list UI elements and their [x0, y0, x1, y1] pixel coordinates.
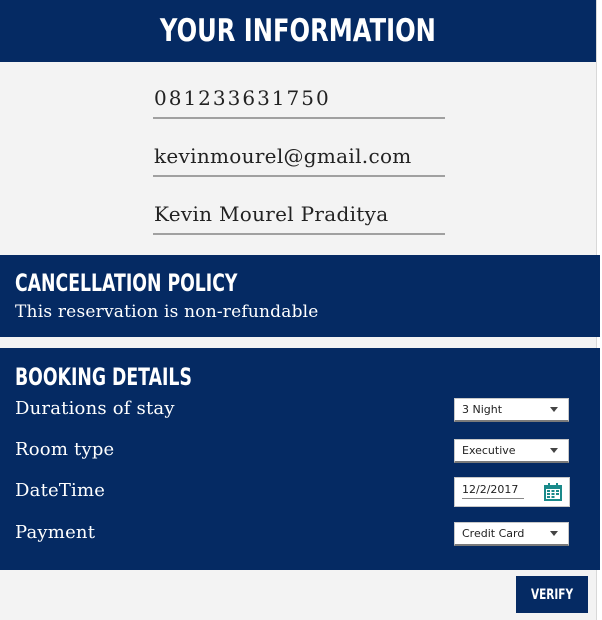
- calendar-icon[interactable]: [543, 482, 563, 502]
- duration-select[interactable]: 3 Night: [454, 398, 569, 422]
- date-value[interactable]: 12/2/2017: [462, 483, 524, 499]
- duration-label: Durations of stay: [15, 398, 175, 419]
- page-title: YOUR INFORMATION: [159, 13, 436, 49]
- header-bar: YOUR INFORMATION: [0, 0, 596, 62]
- room-type-selected-value: Executive: [462, 444, 516, 457]
- verify-button-label: VERIFY: [530, 586, 574, 603]
- date-picker[interactable]: 12/2/2017: [454, 477, 570, 507]
- verify-button[interactable]: VERIFY: [516, 576, 588, 613]
- payment-selected-value: Credit Card: [462, 527, 525, 540]
- email-field[interactable]: kevinmourel@gmail.com: [153, 143, 445, 177]
- chevron-down-icon: [550, 448, 558, 453]
- booking-details-title: BOOKING DETAILS: [15, 363, 192, 391]
- cancellation-policy-section: CANCELLATION POLICY This reservation is …: [0, 255, 600, 337]
- chevron-down-icon: [550, 407, 558, 412]
- duration-selected-value: 3 Night: [462, 403, 503, 416]
- room-type-select[interactable]: Executive: [454, 439, 569, 463]
- chevron-down-icon: [550, 531, 558, 536]
- booking-details-section: BOOKING DETAILS Durations of stay 3 Nigh…: [0, 348, 600, 570]
- name-field[interactable]: Kevin Mourel Praditya: [153, 201, 445, 235]
- payment-select[interactable]: Credit Card: [454, 522, 569, 546]
- cancellation-policy-title: CANCELLATION POLICY: [15, 269, 238, 297]
- room-type-label: Room type: [15, 439, 115, 460]
- payment-label: Payment: [15, 522, 96, 543]
- datetime-label: DateTime: [15, 480, 106, 501]
- cancellation-policy-text: This reservation is non-refundable: [15, 302, 319, 322]
- phone-field[interactable]: 081233631750: [153, 85, 445, 119]
